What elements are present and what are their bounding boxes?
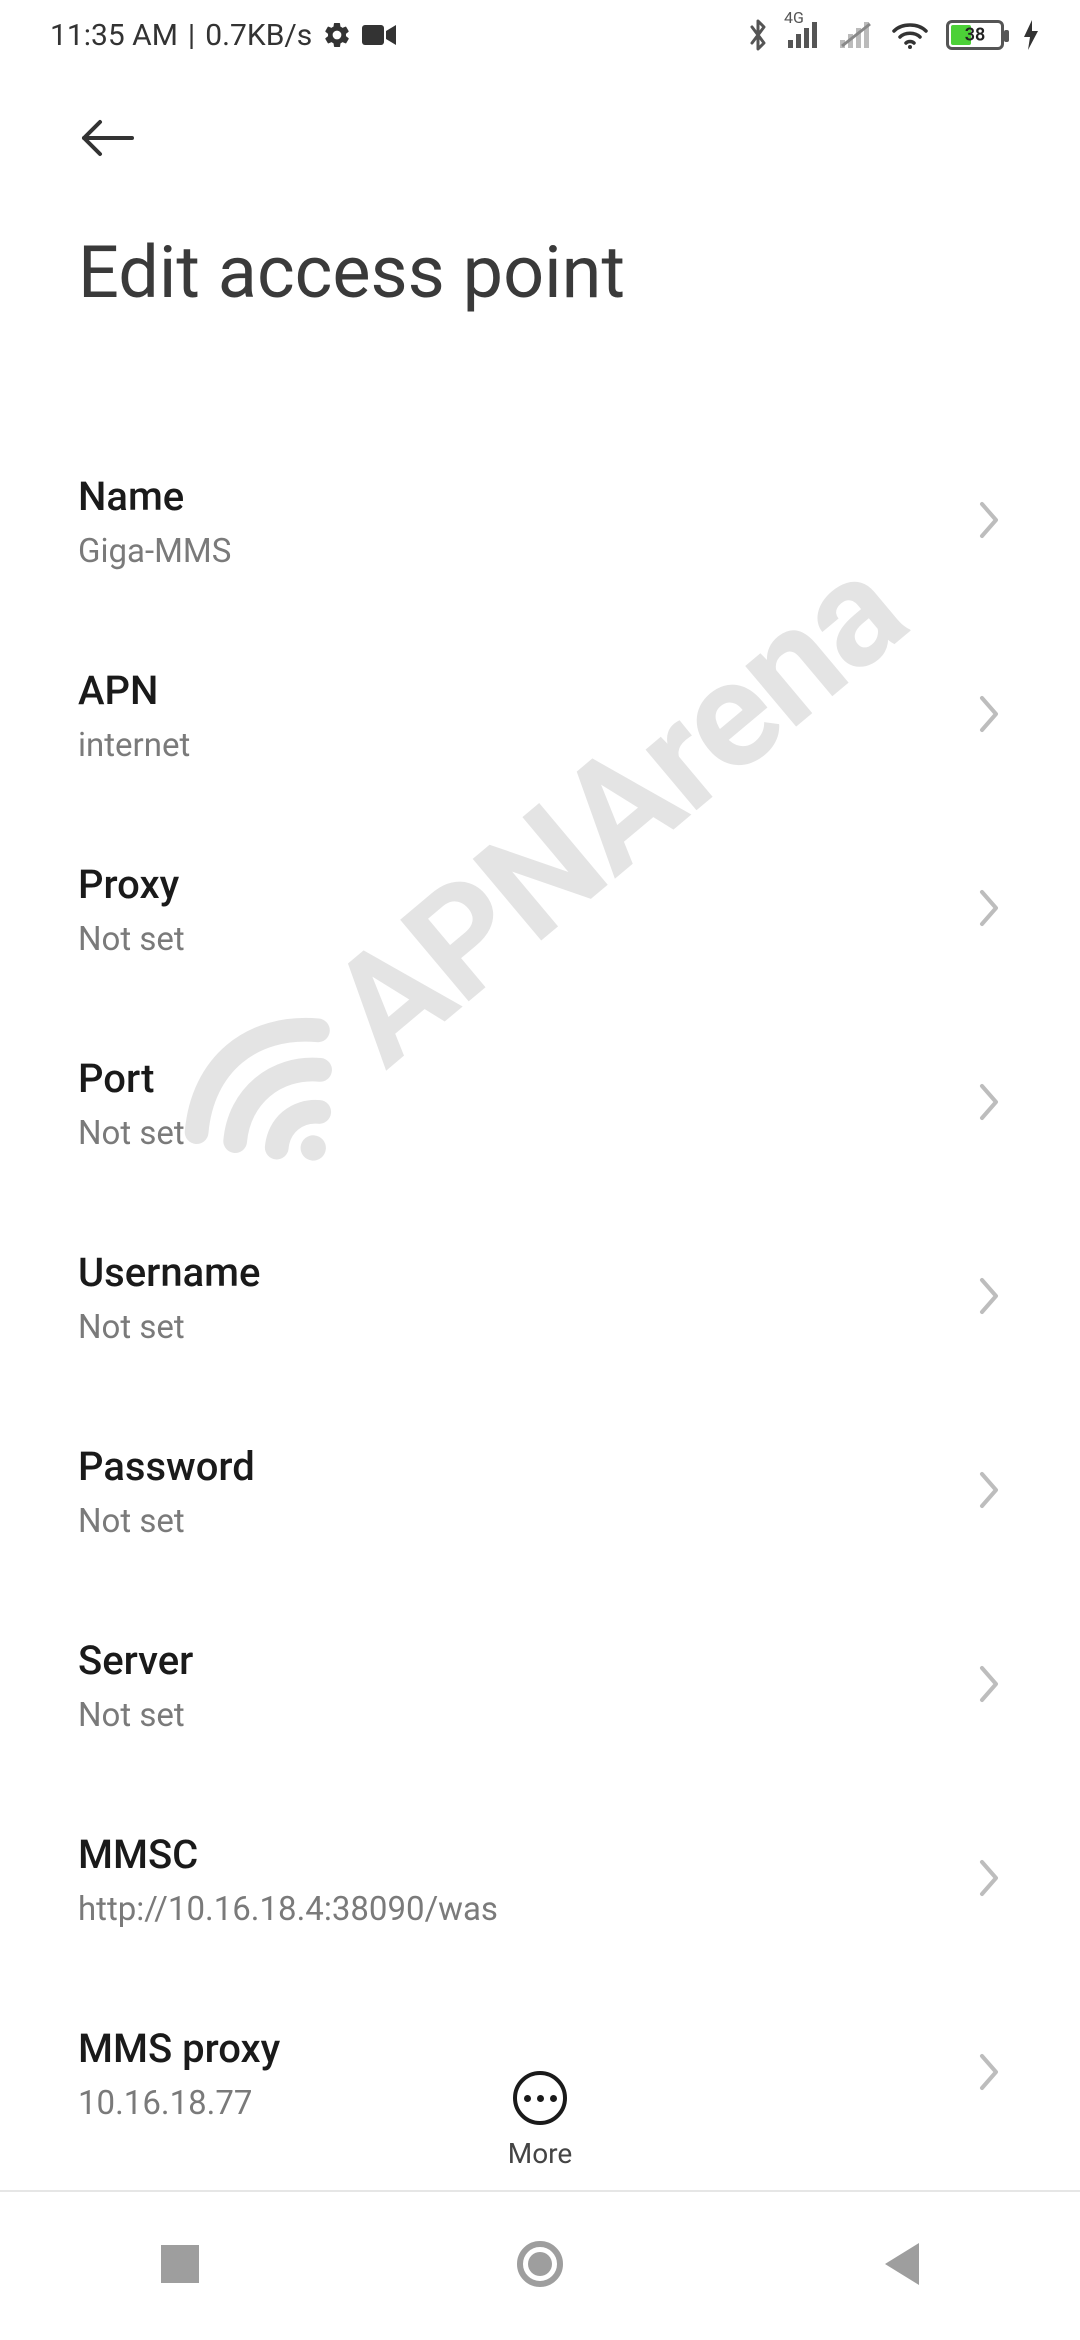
- status-netspeed: 0.7KB/s: [205, 18, 312, 53]
- row-value: http://10.16.18.4:38090/was: [78, 1890, 976, 1929]
- more-label: More: [508, 2137, 573, 2170]
- settings-list: Name Giga-MMS APN internet Proxy Not set…: [0, 425, 1080, 2171]
- chevron-right-icon: [976, 888, 1002, 932]
- camera-icon: [362, 23, 396, 47]
- row-label: MMS proxy: [78, 2025, 976, 2072]
- chevron-right-icon: [976, 694, 1002, 738]
- row-proxy[interactable]: Proxy Not set: [78, 813, 1002, 1007]
- status-right: 4G 38: [746, 18, 1040, 52]
- row-label: Name: [78, 473, 976, 520]
- row-label: Proxy: [78, 861, 976, 908]
- chevron-right-icon: [976, 1470, 1002, 1514]
- battery-icon: 38: [946, 20, 1004, 50]
- nav-recents-button[interactable]: [120, 2226, 240, 2306]
- square-icon: [161, 2245, 199, 2287]
- row-username[interactable]: Username Not set: [78, 1201, 1002, 1395]
- row-mmsc[interactable]: MMSC http://10.16.18.4:38090/was: [78, 1783, 1002, 1977]
- status-bar: 11:35 AM | 0.7KB/s 4G 38: [0, 0, 1080, 70]
- row-label: Server: [78, 1637, 976, 1684]
- charging-icon: [1022, 20, 1040, 50]
- wifi-icon: [892, 21, 928, 49]
- signal-4g-icon: 4G: [788, 22, 822, 48]
- triangle-left-icon: [881, 2243, 919, 2289]
- row-password[interactable]: Password Not set: [78, 1395, 1002, 1589]
- bluetooth-icon: [746, 18, 770, 52]
- row-value: Not set: [78, 1114, 976, 1153]
- back-button[interactable]: [78, 110, 138, 170]
- row-value: Not set: [78, 1308, 976, 1347]
- nav-home-button[interactable]: [480, 2226, 600, 2306]
- gear-icon: [322, 20, 352, 50]
- chevron-right-icon: [976, 1664, 1002, 1708]
- row-value: internet: [78, 726, 976, 765]
- more-icon: [513, 2071, 567, 2125]
- nav-bar: [0, 2190, 1080, 2340]
- nav-back-button[interactable]: [840, 2226, 960, 2306]
- status-time: 11:35 AM: [50, 18, 178, 53]
- row-apn[interactable]: APN internet: [78, 619, 1002, 813]
- row-label: APN: [78, 667, 976, 714]
- row-value: Not set: [78, 1696, 976, 1735]
- chevron-right-icon: [976, 1276, 1002, 1320]
- arrow-left-icon: [80, 118, 136, 162]
- row-value: Not set: [78, 1502, 976, 1541]
- chevron-right-icon: [976, 500, 1002, 544]
- row-label: Password: [78, 1443, 976, 1490]
- circle-icon: [516, 2240, 564, 2292]
- header: Edit access point: [0, 70, 1080, 315]
- chevron-right-icon: [976, 1082, 1002, 1126]
- row-value: Not set: [78, 920, 976, 959]
- more-button[interactable]: More: [0, 2071, 1080, 2170]
- status-separator: |: [188, 18, 195, 53]
- status-left: 11:35 AM | 0.7KB/s: [50, 18, 396, 53]
- row-label: MMSC: [78, 1831, 976, 1878]
- row-name[interactable]: Name Giga-MMS: [78, 425, 1002, 619]
- row-server[interactable]: Server Not set: [78, 1589, 1002, 1783]
- row-port[interactable]: Port Not set: [78, 1007, 1002, 1201]
- row-label: Port: [78, 1055, 976, 1102]
- row-value: Giga-MMS: [78, 532, 976, 571]
- signal-nosim-icon: [840, 22, 874, 48]
- chevron-right-icon: [976, 1858, 1002, 1902]
- page-title: Edit access point: [78, 230, 1002, 315]
- row-label: Username: [78, 1249, 976, 1296]
